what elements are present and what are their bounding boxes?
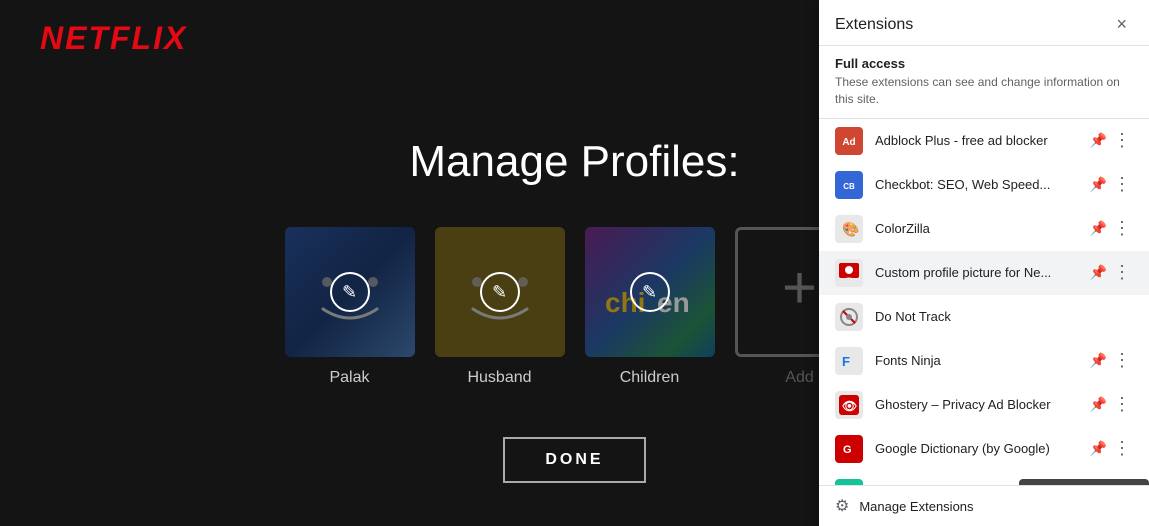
manage-extensions-label: Manage Extensions: [859, 499, 973, 514]
profile-item-palak[interactable]: ✎ Palak: [285, 227, 415, 387]
svg-text:👁: 👁: [842, 399, 857, 413]
svg-text:G: G: [843, 444, 852, 456]
extension-item-colorzilla[interactable]: 🎨 ColorZilla 📌 ⋮: [819, 207, 1149, 251]
extension-item-adblock[interactable]: Ad Adblock Plus - free ad blocker 📌 ⋮: [819, 119, 1149, 163]
colorzilla-name: ColorZilla: [875, 221, 1090, 236]
fonts-ninja-pin-icon: 📌: [1090, 352, 1107, 369]
custom-profile-menu-icon[interactable]: ⋮: [1111, 260, 1133, 285]
add-icon: +: [782, 258, 817, 318]
extension-item-grammarly[interactable]: G Grammarly for Chrome 📌 ⋮: [819, 471, 1149, 485]
extension-item-ghostery[interactable]: 👁 Ghostery – Privacy Ad Blocker 📌 ⋮: [819, 383, 1149, 427]
custom-profile-name: Custom profile picture for Ne...: [875, 265, 1090, 280]
extension-item-custom-profile[interactable]: Custom profile picture for Ne... 📌 ⋮ Cus…: [819, 251, 1149, 295]
edit-icon-husband: ✎: [480, 272, 520, 312]
edit-overlay-husband: ✎: [435, 227, 565, 357]
donottrack-name: Do Not Track: [875, 309, 1133, 324]
extensions-title: Extensions: [835, 16, 913, 34]
profile-name-children: Children: [620, 369, 680, 387]
full-access-section: Full access These extensions can see and…: [819, 46, 1149, 119]
manage-extensions-footer[interactable]: ⚙ Manage Extensions: [819, 485, 1149, 526]
extensions-list: Ad Adblock Plus - free ad blocker 📌 ⋮ CB…: [819, 119, 1149, 485]
profile-name-palak: Palak: [329, 369, 369, 387]
colorzilla-icon: 🎨: [835, 215, 863, 243]
extensions-header: Extensions ×: [819, 0, 1149, 46]
profile-item-children[interactable]: chi en ✎ Children: [585, 227, 715, 387]
edit-icon-palak: ✎: [330, 272, 370, 312]
donottrack-icon: [835, 303, 863, 331]
avatar-children[interactable]: chi en ✎: [585, 227, 715, 357]
edit-overlay-children: ✎: [585, 227, 715, 357]
ghostery-pin-icon: 📌: [1090, 396, 1107, 413]
adblock-menu-icon[interactable]: ⋮: [1111, 128, 1133, 153]
custom-profile-icon: [835, 259, 863, 287]
fonts-ninja-menu-icon[interactable]: ⋮: [1111, 348, 1133, 373]
colorzilla-menu-icon[interactable]: ⋮: [1111, 216, 1133, 241]
extension-item-checkbot[interactable]: CB Checkbot: SEO, Web Speed... 📌 ⋮: [819, 163, 1149, 207]
close-button[interactable]: ×: [1110, 12, 1133, 37]
ghostery-menu-icon[interactable]: ⋮: [1111, 392, 1133, 417]
avatar-palak[interactable]: ✎: [285, 227, 415, 357]
grammarly-menu-icon[interactable]: ⋮: [1111, 480, 1133, 485]
grammarly-pin-icon: 📌: [1090, 484, 1107, 485]
full-access-description: These extensions can see and change info…: [835, 74, 1133, 108]
adblock-pin-icon: 📌: [1090, 132, 1107, 149]
profile-item-husband[interactable]: ✎ Husband: [435, 227, 565, 387]
fonts-ninja-name: Fonts Ninja: [875, 353, 1090, 368]
extension-item-google-dict[interactable]: G Google Dictionary (by Google) 📌 ⋮: [819, 427, 1149, 471]
checkbot-menu-icon[interactable]: ⋮: [1111, 172, 1133, 197]
svg-text:Ad: Ad: [842, 137, 855, 148]
checkbot-name: Checkbot: SEO, Web Speed...: [875, 177, 1090, 192]
svg-text:CB: CB: [843, 182, 855, 191]
profiles-row: ✎ Palak ✎ Husband chi: [285, 227, 865, 387]
edit-icon-children: ✎: [630, 272, 670, 312]
adblock-icon: Ad: [835, 127, 863, 155]
done-button[interactable]: DONE: [503, 437, 645, 483]
adblock-name: Adblock Plus - free ad blocker: [875, 133, 1090, 148]
checkbot-icon: CB: [835, 171, 863, 199]
full-access-title: Full access: [835, 56, 1133, 71]
colorzilla-pin-icon: 📌: [1090, 220, 1107, 237]
svg-text:🎨: 🎨: [842, 220, 859, 238]
add-profile-label: Add: [785, 369, 813, 387]
custom-profile-pin-icon: 📌: [1090, 264, 1107, 281]
google-dict-pin-icon: 📌: [1090, 440, 1107, 457]
page-title: Manage Profiles:: [409, 137, 739, 187]
grammarly-icon: G: [835, 479, 863, 485]
google-dict-icon: G: [835, 435, 863, 463]
gear-icon: ⚙: [835, 496, 849, 516]
extension-item-fonts-ninja[interactable]: F Fonts Ninja 📌 ⋮: [819, 339, 1149, 383]
google-dict-menu-icon[interactable]: ⋮: [1111, 436, 1133, 461]
extensions-panel: Extensions × Full access These extension…: [819, 0, 1149, 526]
ghostery-name: Ghostery – Privacy Ad Blocker: [875, 397, 1090, 412]
edit-overlay-palak: ✎: [285, 227, 415, 357]
svg-text:F: F: [842, 354, 850, 369]
google-dict-name: Google Dictionary (by Google): [875, 441, 1090, 456]
ghostery-icon: 👁: [835, 391, 863, 419]
checkbot-pin-icon: 📌: [1090, 176, 1107, 193]
profile-name-husband: Husband: [467, 369, 531, 387]
fonts-ninja-icon: F: [835, 347, 863, 375]
extension-item-donottrack[interactable]: Do Not Track: [819, 295, 1149, 339]
avatar-husband[interactable]: ✎: [435, 227, 565, 357]
